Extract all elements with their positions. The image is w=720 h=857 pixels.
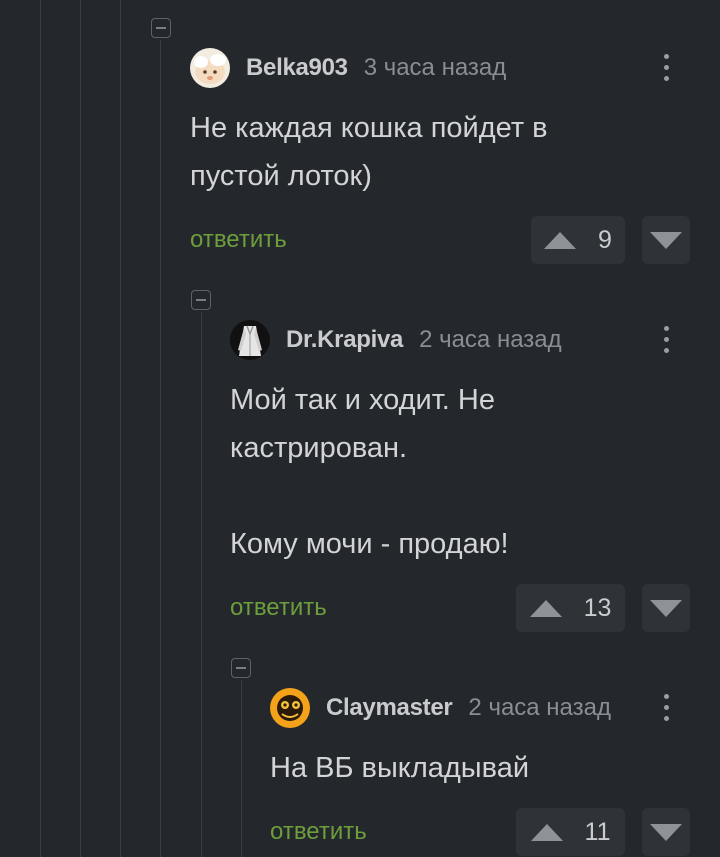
rating-count: 9 (598, 225, 612, 254)
thread-line (120, 0, 121, 857)
downvote-button[interactable] (642, 216, 690, 264)
upvote-button[interactable]: 11 (516, 808, 625, 856)
downvote-button[interactable] (642, 584, 690, 632)
more-options-icon[interactable] (654, 320, 678, 360)
comment-time: 2 часа назад (468, 694, 611, 721)
reply-link[interactable]: ответить (270, 818, 367, 846)
avatar[interactable] (190, 48, 230, 88)
arrow-up-icon (544, 231, 577, 249)
upvote-button[interactable]: 13 (516, 584, 625, 632)
thread-line (40, 0, 41, 857)
collapse-thread-button[interactable] (151, 18, 171, 38)
white-coat-avatar-icon (230, 320, 270, 360)
reply-link[interactable]: ответить (230, 594, 327, 622)
comment-author[interactable]: Belka903 (246, 54, 348, 82)
reply-link[interactable]: ответить (190, 226, 287, 254)
comment-header: Dr.Krapiva 2 часа назад (230, 320, 562, 360)
arrow-down-icon (650, 823, 682, 841)
upvote-button[interactable]: 9 (531, 216, 625, 264)
downvote-button[interactable] (642, 808, 690, 856)
comment-header: Belka903 3 часа назад (190, 48, 506, 88)
rating-count: 11 (584, 817, 611, 846)
thread-line (201, 312, 202, 857)
thread-line (241, 680, 242, 857)
comment-text: На ВБ выкладывай (270, 752, 530, 784)
avatar[interactable] (230, 320, 270, 360)
thread-line (160, 40, 161, 857)
collapse-thread-button[interactable] (191, 290, 211, 310)
comment-header: Claymaster 2 часа назад (270, 688, 611, 728)
thread-line (80, 0, 81, 857)
comment-text: Не каждая кошка пойдет в пустой лоток) (190, 112, 548, 192)
arrow-down-icon (650, 231, 682, 249)
orange-creature-avatar-icon (270, 688, 310, 728)
comment-author[interactable]: Claymaster (326, 694, 453, 722)
more-options-icon[interactable] (654, 48, 678, 88)
comment-time: 3 часа назад (363, 54, 507, 81)
comment-text: Мой так и ходит. Не кастрирован. Кому мо… (230, 384, 509, 560)
comment-time: 2 часа назад (419, 326, 562, 353)
more-options-icon[interactable] (654, 688, 678, 728)
arrow-up-icon (529, 599, 562, 617)
arrow-down-icon (650, 599, 682, 617)
collapse-thread-button[interactable] (231, 658, 251, 678)
rating-count: 13 (583, 593, 612, 622)
avatar[interactable] (270, 688, 310, 728)
cartoon-face-avatar-icon (190, 48, 230, 88)
arrow-up-icon (530, 823, 563, 841)
comment-author[interactable]: Dr.Krapiva (286, 326, 403, 354)
